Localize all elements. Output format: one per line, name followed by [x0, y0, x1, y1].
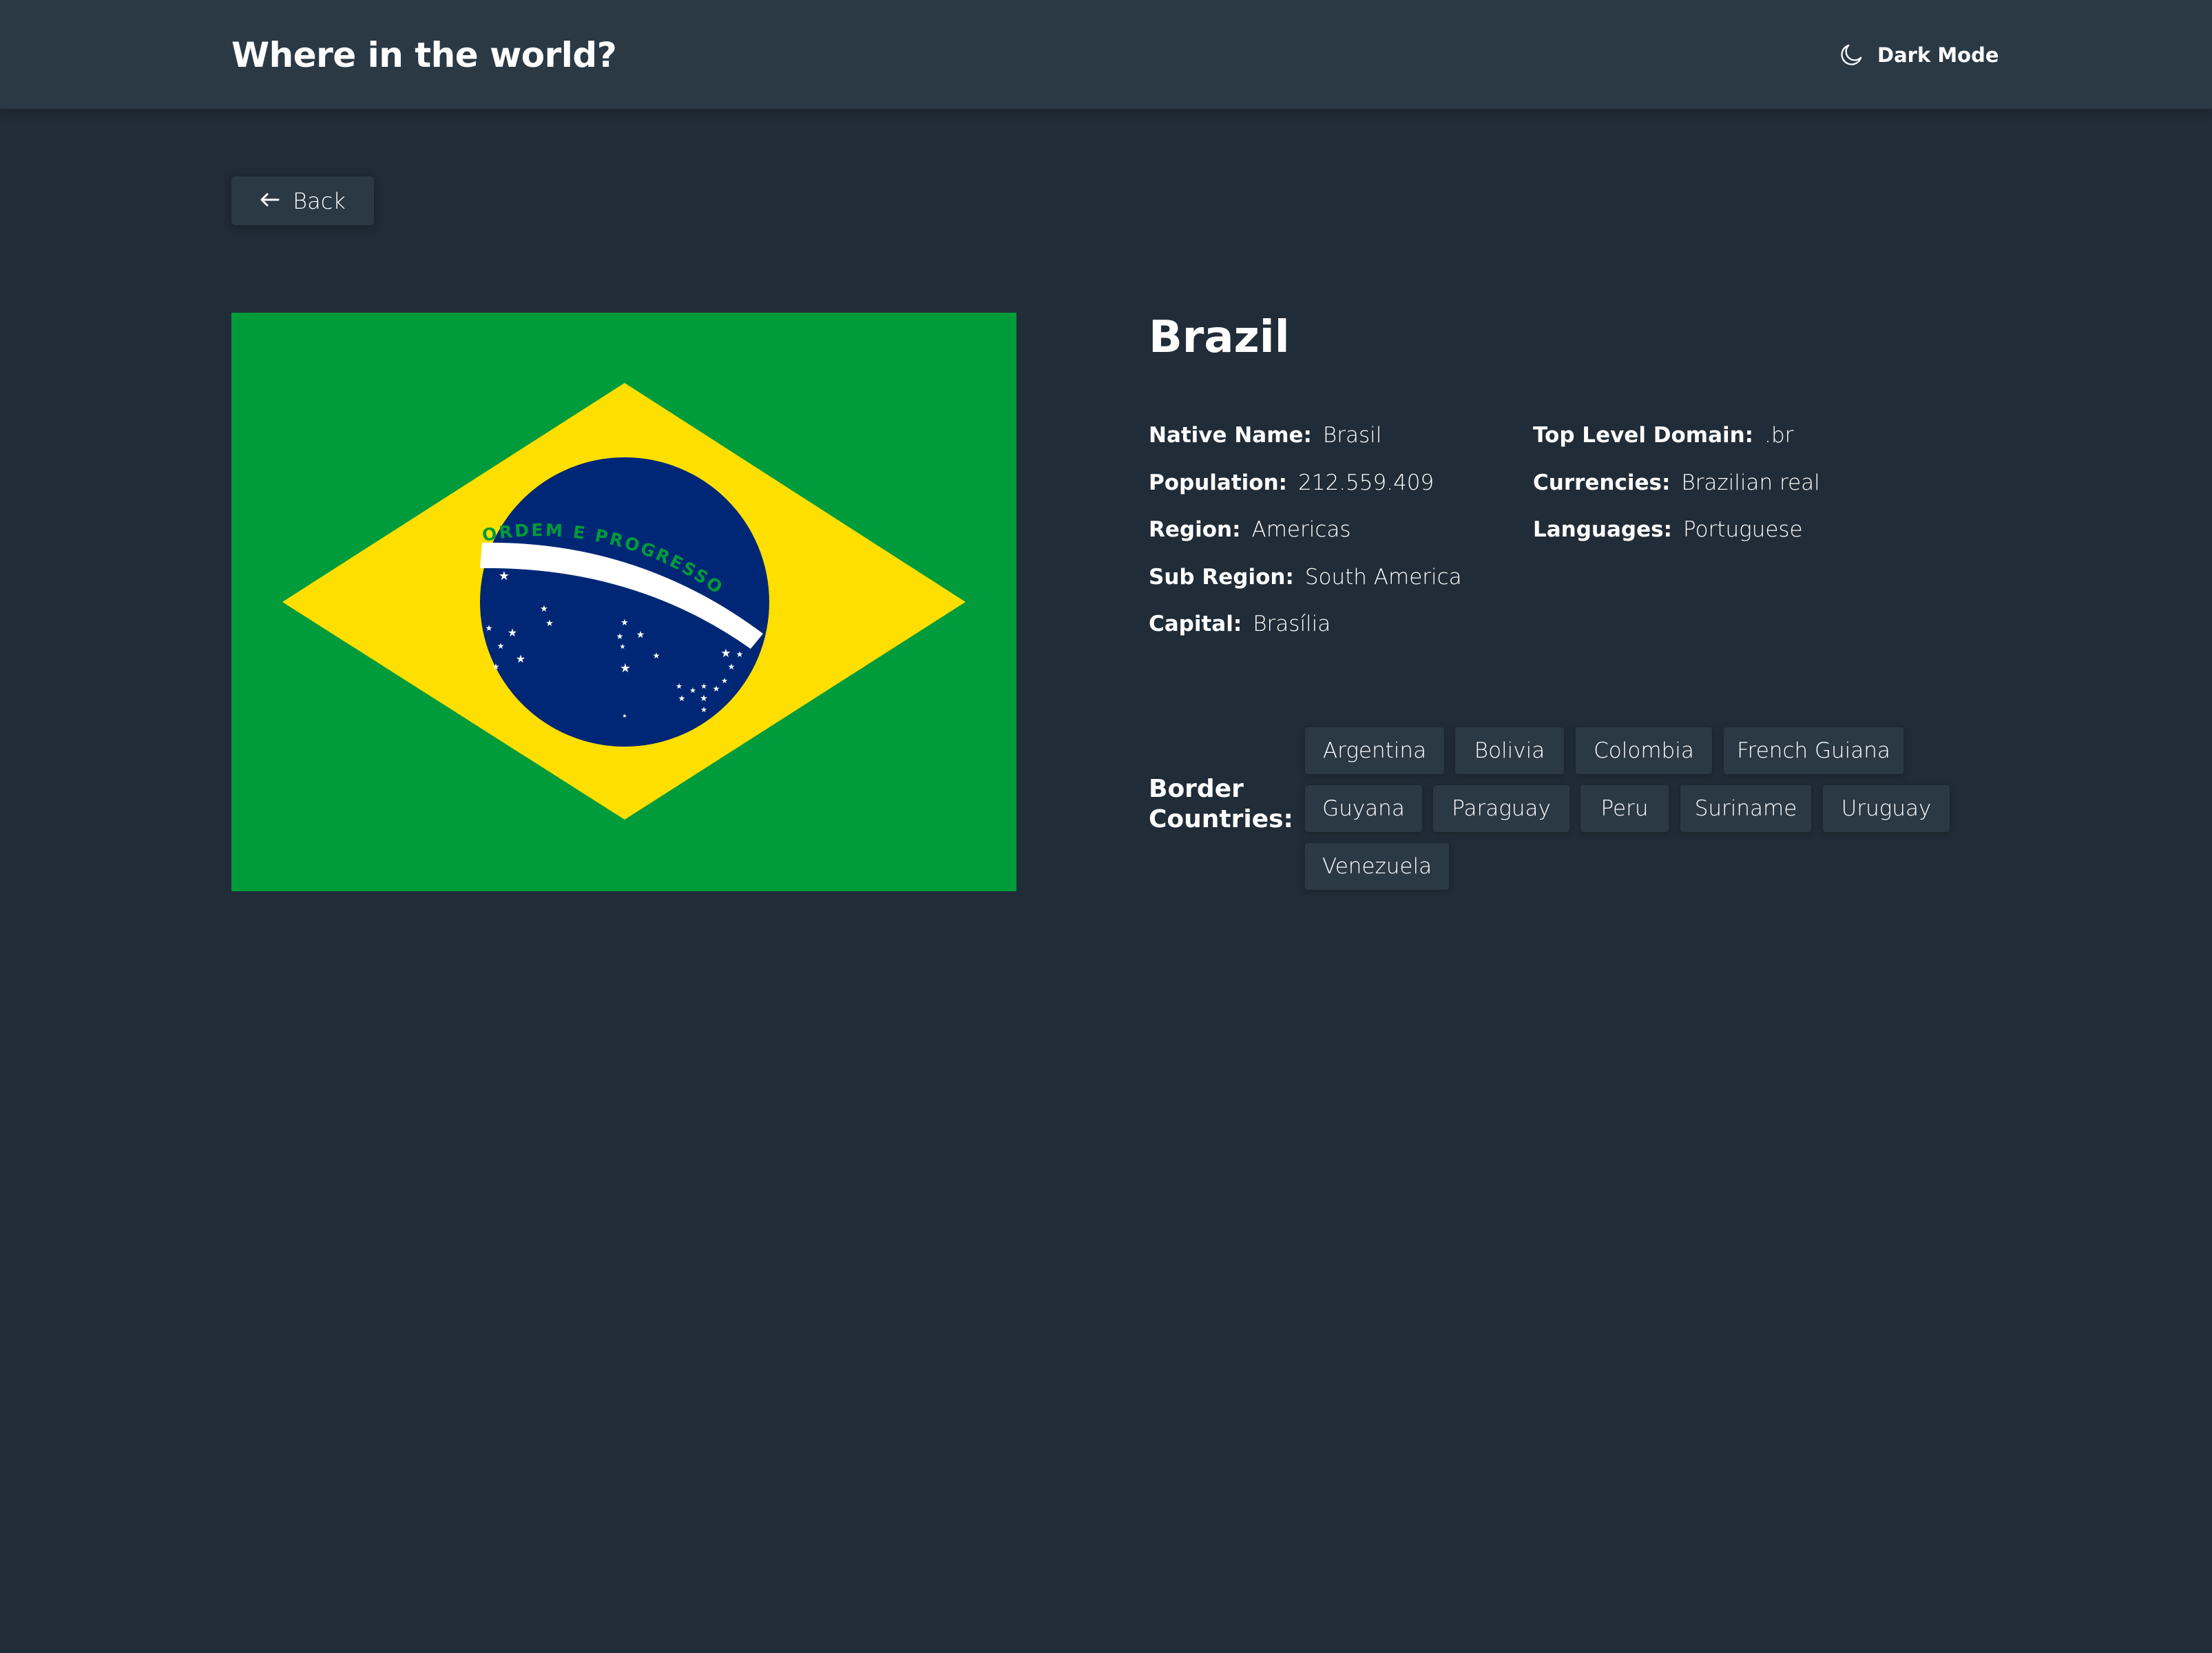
back-button-label: Back	[293, 187, 346, 214]
population-value: 212.559.409	[1298, 470, 1434, 495]
svg-text:★: ★	[636, 630, 645, 641]
border-country-chip-paraguay[interactable]: Paraguay	[1433, 785, 1569, 832]
border-countries-label: Border Countries:	[1149, 775, 1293, 833]
region-value: Americas	[1251, 517, 1351, 543]
border-country-chip-colombia[interactable]: Colombia	[1576, 727, 1712, 774]
svg-text:★: ★	[620, 618, 629, 628]
dark-mode-toggle[interactable]: Dark Mode	[1837, 38, 1999, 72]
svg-text:★: ★	[689, 686, 696, 695]
capital-row: Capital: Brasília	[1149, 601, 1462, 648]
moon-icon	[1837, 41, 1865, 69]
details-primary: Native Name: Brasil Population: 212.559.…	[1149, 412, 1462, 648]
capital-label: Capital:	[1149, 612, 1242, 637]
svg-text:★: ★	[620, 661, 631, 676]
svg-text:★: ★	[620, 643, 626, 651]
svg-text:★: ★	[713, 684, 720, 694]
border-country-chip-venezuela[interactable]: Venezuela	[1305, 843, 1449, 890]
currencies-label: Currencies:	[1533, 470, 1671, 495]
svg-text:★: ★	[486, 623, 493, 633]
native-name-label: Native Name:	[1149, 423, 1312, 448]
currencies-row: Currencies: Brazilian real	[1533, 459, 1820, 507]
svg-text:★: ★	[678, 694, 686, 703]
svg-text:★: ★	[508, 626, 517, 639]
app-header: Where in the world? Dark Mode	[0, 0, 2212, 109]
arrow-left-icon	[260, 191, 280, 211]
region-label: Region:	[1149, 517, 1241, 543]
top-level-domain-label: Top Level Domain:	[1533, 423, 1754, 448]
svg-text:★: ★	[492, 662, 500, 672]
border-country-chip-bolivia[interactable]: Bolivia	[1455, 727, 1564, 774]
languages-value: Portuguese	[1682, 517, 1803, 543]
svg-text:★: ★	[516, 652, 525, 665]
svg-text:★: ★	[497, 641, 505, 651]
languages-label: Languages:	[1533, 517, 1672, 543]
languages-row: Languages: Portuguese	[1533, 506, 1820, 554]
svg-text:★: ★	[700, 682, 707, 691]
sub-region-label: Sub Region:	[1149, 564, 1294, 590]
border-country-chip-uruguay[interactable]: Uruguay	[1823, 785, 1950, 832]
border-country-chip-argentina[interactable]: Argentina	[1305, 727, 1444, 774]
svg-text:★: ★	[736, 649, 744, 659]
app-title[interactable]: Where in the world?	[231, 34, 617, 76]
svg-text:★: ★	[616, 632, 624, 641]
svg-text:★: ★	[499, 569, 510, 583]
population-label: Population:	[1149, 470, 1288, 495]
svg-text:★: ★	[545, 618, 554, 629]
back-button[interactable]: Back	[231, 176, 374, 225]
svg-text:★: ★	[700, 694, 708, 704]
flag-blue-globe	[480, 457, 769, 747]
svg-text:★: ★	[622, 713, 627, 719]
region-row: Region: Americas	[1149, 506, 1462, 554]
details-secondary: Top Level Domain: .br Currencies: Brazil…	[1533, 412, 1820, 554]
top-level-domain-row: Top Level Domain: .br	[1533, 412, 1820, 459]
svg-text:★: ★	[653, 651, 660, 661]
currencies-value: Brazilian real	[1681, 470, 1820, 495]
border-country-chip-guyana[interactable]: Guyana	[1305, 785, 1422, 832]
capital-value: Brasília	[1253, 612, 1331, 637]
native-name-row: Native Name: Brasil	[1149, 412, 1462, 459]
svg-text:★: ★	[720, 647, 731, 661]
sub-region-value: South America	[1304, 564, 1462, 590]
svg-text:★: ★	[700, 705, 707, 714]
population-row: Population: 212.559.409	[1149, 459, 1462, 507]
svg-text:★: ★	[540, 604, 548, 614]
border-country-chip-suriname[interactable]: Suriname	[1680, 785, 1811, 832]
sub-region-row: Sub Region: South America	[1149, 554, 1462, 601]
border-country-chip-peru[interactable]: Peru	[1580, 785, 1669, 832]
country-name: Brazil	[1149, 312, 1290, 363]
native-name-value: Brasil	[1322, 423, 1382, 448]
dark-mode-label: Dark Mode	[1877, 43, 1999, 67]
svg-text:★: ★	[728, 662, 735, 672]
svg-text:★: ★	[665, 588, 671, 597]
top-level-domain-value: .br	[1764, 423, 1794, 448]
svg-text:★: ★	[721, 676, 728, 685]
svg-text:★: ★	[676, 682, 682, 691]
border-country-chip-french-guiana[interactable]: French Guiana	[1724, 727, 1903, 774]
country-flag: ORDEM E PROGRESSO ★ ★ ★ ★ ★ ★ ★ ★ ★ ★ ★ …	[231, 313, 1016, 891]
